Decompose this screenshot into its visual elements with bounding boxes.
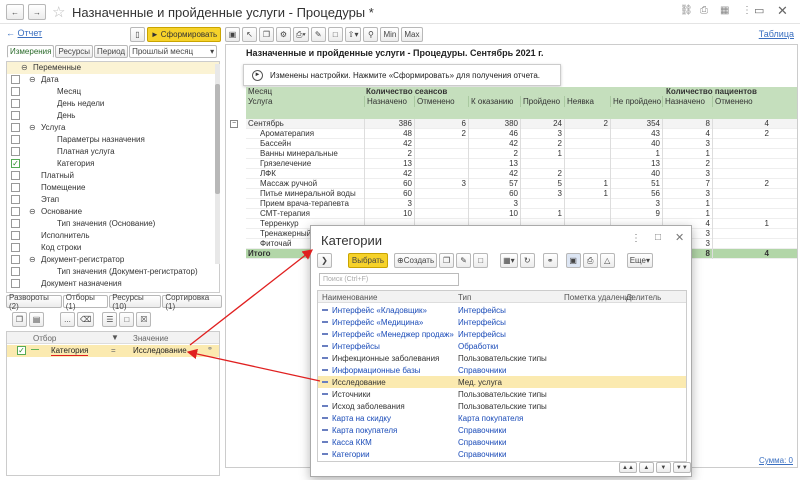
- arrow-to-filter-value: [186, 348, 321, 382]
- annotation-arrows: [186, 249, 321, 382]
- arrow-to-dialog-title: [189, 249, 314, 346]
